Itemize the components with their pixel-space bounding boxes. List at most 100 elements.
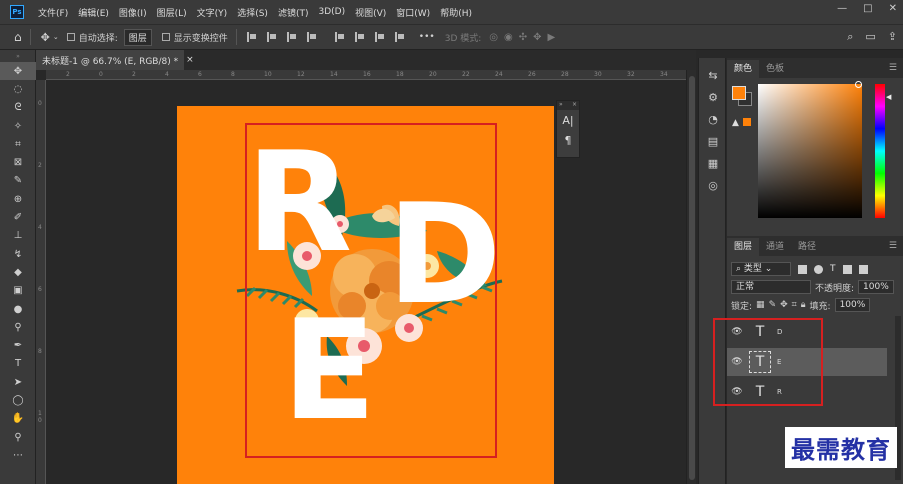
move-tool-icon[interactable]: ✥ <box>0 62 36 81</box>
lock-position-icon[interactable]: ✥ <box>780 300 788 310</box>
menu-edit[interactable]: 编辑(E) <box>78 6 109 19</box>
align-bottom-icon[interactable] <box>374 32 385 42</box>
filter-shape-icon[interactable] <box>842 264 852 274</box>
menu-select[interactable]: 选择(S) <box>237 6 268 19</box>
history-brush-tool-icon[interactable]: ↯ <box>0 245 36 263</box>
opacity-input[interactable]: 100% <box>858 280 894 294</box>
eyedropper-tool-icon[interactable]: ✎ <box>0 172 36 190</box>
pan-3d-icon[interactable]: ✣ <box>519 32 527 43</box>
notes-icon[interactable]: ▦ <box>699 152 727 174</box>
close-window-button[interactable]: ✕ <box>889 3 897 14</box>
crop-tool-icon[interactable]: ⌗ <box>0 135 36 153</box>
filter-kind-dropdown[interactable]: ⌕ 类型 ⌄ <box>731 262 791 276</box>
hue-slider[interactable] <box>875 84 885 218</box>
marquee-tool-icon[interactable]: ◌ <box>0 80 36 98</box>
menu-type[interactable]: 文字(Y) <box>197 6 228 19</box>
auto-select-dropdown[interactable]: 图层 <box>123 28 152 46</box>
blend-mode-dropdown[interactable]: 正常 <box>731 280 811 294</box>
menu-help[interactable]: 帮助(H) <box>440 6 472 19</box>
eraser-tool-icon[interactable]: ◆ <box>0 263 36 281</box>
share-icon[interactable]: ⇪ <box>888 30 897 44</box>
history-icon[interactable]: ⇆ <box>699 64 727 86</box>
panel-menu-icon[interactable]: ☰ <box>889 63 897 73</box>
menu-3d[interactable]: 3D(D) <box>318 7 345 17</box>
chevron-down-icon[interactable]: ⌄ <box>53 33 59 41</box>
stamp-tool-icon[interactable]: ⊥ <box>0 227 36 245</box>
tab-paths[interactable]: 路径 <box>791 238 823 256</box>
color-picker-field[interactable] <box>758 84 862 218</box>
vertical-scrollbar[interactable] <box>686 70 696 484</box>
align-right-icon[interactable] <box>286 32 297 42</box>
zoom-tool-icon[interactable]: ⚲ <box>0 428 36 446</box>
magic-wand-tool-icon[interactable]: ✧ <box>0 117 36 135</box>
collapse-icon[interactable]: » <box>559 101 563 110</box>
paragraph-panel-icon[interactable]: ¶ <box>557 130 579 150</box>
frame-tool-icon[interactable]: ⊠ <box>0 153 36 171</box>
show-transform-checkbox[interactable] <box>161 33 170 41</box>
menu-filter[interactable]: 滤镜(T) <box>278 6 309 19</box>
document-tab[interactable]: 未标题-1 @ 66.7% (E, RGB/8) * × <box>36 50 194 70</box>
blur-tool-icon[interactable]: ● <box>0 300 36 318</box>
shape-tool-icon[interactable]: ◯ <box>0 391 36 409</box>
more-options-button[interactable]: ••• <box>419 32 435 42</box>
toolbar-collapse-icon[interactable]: » <box>0 50 36 62</box>
roll-3d-icon[interactable]: ◉ <box>504 32 513 43</box>
restore-button[interactable]: □ <box>863 3 872 14</box>
hand-tool-icon[interactable]: ✋ <box>0 410 36 428</box>
menu-window[interactable]: 窗口(W) <box>396 6 430 19</box>
close-icon[interactable]: × <box>572 101 577 110</box>
tab-swatches[interactable]: 色板 <box>759 60 791 78</box>
tab-layers[interactable]: 图层 <box>727 238 760 256</box>
menu-file[interactable]: 文件(F) <box>38 6 68 19</box>
lock-artboard-icon[interactable]: ⌗ <box>792 300 797 310</box>
lock-image-icon[interactable]: ✎ <box>769 300 777 310</box>
brush-tool-icon[interactable]: ✐ <box>0 208 36 226</box>
filter-smart-object-icon[interactable] <box>858 264 868 274</box>
color-picker-handle[interactable] <box>855 81 862 88</box>
foreground-color-swatch[interactable] <box>732 86 746 100</box>
panel-menu-icon[interactable]: ☰ <box>889 241 897 251</box>
align-distribute-icon[interactable] <box>306 32 317 42</box>
close-document-button[interactable]: × <box>186 55 194 65</box>
navigator-icon[interactable]: ◎ <box>699 174 727 196</box>
scrollbar-thumb[interactable] <box>689 76 695 480</box>
filter-type-icon[interactable]: T <box>830 264 836 274</box>
minimize-button[interactable]: — <box>837 3 847 14</box>
slide-3d-icon[interactable]: ✥ <box>533 32 541 43</box>
home-icon[interactable]: ⌂ <box>14 30 22 44</box>
scale-3d-icon[interactable]: ▶ <box>548 32 556 43</box>
tab-channels[interactable]: 通道 <box>759 238 791 256</box>
gradient-tool-icon[interactable]: ▣ <box>0 282 36 300</box>
path-selection-tool-icon[interactable]: ➤ <box>0 373 36 391</box>
pen-tool-icon[interactable]: ✒ <box>0 336 36 354</box>
properties-icon[interactable]: ⚙ <box>699 86 727 108</box>
distribute-vertical-icon[interactable] <box>394 32 405 42</box>
auto-select-checkbox-group[interactable]: 自动选择: <box>66 31 118 44</box>
filter-pixel-icon[interactable] <box>798 264 807 274</box>
move-tool-icon[interactable]: ✥ <box>41 31 50 44</box>
type-tool-icon[interactable]: T <box>0 355 36 373</box>
auto-select-checkbox[interactable] <box>66 33 75 41</box>
align-middle-icon[interactable] <box>354 32 365 42</box>
lock-all-icon[interactable]: 🔒︎ <box>801 300 806 310</box>
lasso-tool-icon[interactable]: ᘓ <box>0 99 36 117</box>
dodge-tool-icon[interactable]: ⚲ <box>0 318 36 336</box>
hue-slider-handle[interactable]: ◀ <box>886 93 891 101</box>
workspace-icon[interactable]: ▭ <box>865 30 875 44</box>
align-left-icon[interactable] <box>246 32 257 42</box>
menu-layer[interactable]: 图层(L) <box>157 6 187 19</box>
menu-view[interactable]: 视图(V) <box>355 6 386 19</box>
libraries-icon[interactable]: ▤ <box>699 130 727 152</box>
filter-adjustment-icon[interactable] <box>814 264 823 274</box>
align-top-icon[interactable] <box>334 32 345 42</box>
align-center-icon[interactable] <box>266 32 277 42</box>
search-icon[interactable]: ⌕ <box>847 30 853 44</box>
character-panel-icon[interactable]: A| <box>557 110 579 130</box>
gamut-warning-swatch[interactable] <box>743 118 751 126</box>
orbit-3d-icon[interactable]: ◎ <box>489 32 498 43</box>
show-transform-checkbox-group[interactable]: 显示变换控件 <box>161 31 228 44</box>
tab-color[interactable]: 颜色 <box>727 60 760 78</box>
adjustments-icon[interactable]: ◔ <box>699 108 727 130</box>
fill-input[interactable]: 100% <box>834 298 871 312</box>
more-tools-icon[interactable]: ⋯ <box>0 446 36 464</box>
